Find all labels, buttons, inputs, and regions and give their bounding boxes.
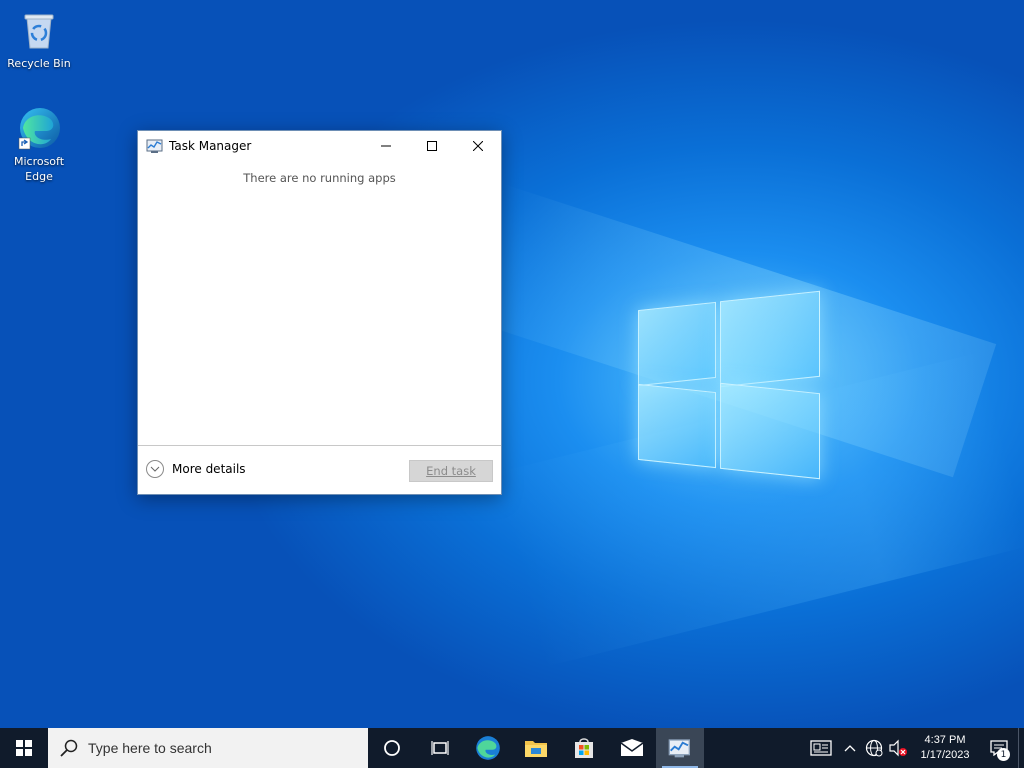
cortana-icon	[384, 740, 400, 756]
task-view-button[interactable]	[416, 728, 464, 768]
minimize-button[interactable]	[363, 131, 409, 161]
more-details-button[interactable]: More details	[146, 460, 246, 478]
app-list-area: There are no running apps	[138, 161, 501, 445]
news-icon	[810, 740, 832, 756]
window-title: Task Manager	[169, 139, 252, 153]
news-button[interactable]	[804, 728, 838, 768]
search-icon	[60, 739, 78, 757]
desktop-icon-label: Recycle Bin	[7, 57, 71, 70]
network-button[interactable]	[862, 728, 886, 768]
maximize-icon	[427, 141, 437, 151]
clock-date: 1/17/2023	[920, 749, 970, 761]
desktop-icon-label: Microsoft Edge	[13, 155, 65, 183]
start-button[interactable]	[0, 728, 48, 768]
microsoft-store-button[interactable]	[560, 728, 608, 768]
end-task-button[interactable]: End task	[409, 460, 493, 482]
task-manager-icon	[146, 138, 164, 154]
windows-start-icon	[16, 740, 32, 756]
desktop-icon-microsoft-edge[interactable]: Microsoft Edge	[1, 106, 77, 184]
chevron-down-icon	[146, 460, 164, 478]
volume-button[interactable]	[886, 728, 910, 768]
window-footer: More details End task	[138, 445, 501, 494]
desktop: Recycle Bin Microsoft Edge Task Manager …	[0, 0, 1024, 728]
more-details-label: More details	[172, 462, 246, 476]
empty-state-message: There are no running apps	[243, 171, 396, 185]
edge-icon	[476, 736, 500, 760]
close-button[interactable]	[455, 131, 501, 161]
edge-icon	[17, 106, 61, 150]
window-title-bar[interactable]: Task Manager	[138, 131, 501, 161]
microsoft-store-icon	[575, 738, 593, 758]
desktop-icon-recycle-bin[interactable]: Recycle Bin	[1, 8, 77, 71]
notification-badge: 1	[997, 748, 1010, 761]
file-explorer-button[interactable]	[512, 728, 560, 768]
network-icon	[865, 739, 883, 757]
clock[interactable]: 4:37 PM 1/17/2023	[910, 733, 980, 763]
system-tray: 4:37 PM 1/17/2023 1	[804, 728, 1024, 768]
search-box[interactable]: Type here to search	[48, 728, 368, 768]
task-manager-icon	[668, 739, 690, 758]
recycle-bin-icon	[17, 8, 61, 52]
task-manager-window: Task Manager There are no running apps M…	[137, 130, 502, 495]
volume-muted-icon	[889, 739, 907, 757]
taskbar-edge-button[interactable]	[464, 728, 512, 768]
mail-icon	[620, 739, 644, 756]
taskbar: Type here to search 4:37 PM 1/17/2023 1	[0, 728, 1024, 768]
maximize-button[interactable]	[409, 131, 455, 161]
close-icon	[473, 141, 483, 151]
mail-button[interactable]	[608, 728, 656, 768]
action-center-button[interactable]: 1	[980, 728, 1018, 768]
show-hidden-icons-button[interactable]	[838, 728, 862, 768]
windows-logo-wallpaper	[636, 290, 822, 480]
task-view-icon	[431, 741, 449, 755]
chevron-up-icon	[844, 745, 856, 752]
cortana-button[interactable]	[368, 728, 416, 768]
file-explorer-icon	[525, 741, 547, 757]
clock-time: 4:37 PM	[924, 734, 966, 746]
search-placeholder: Type here to search	[88, 740, 212, 756]
minimize-icon	[381, 145, 391, 147]
taskbar-task-manager-button[interactable]	[656, 728, 704, 768]
show-desktop-button[interactable]	[1018, 728, 1024, 768]
